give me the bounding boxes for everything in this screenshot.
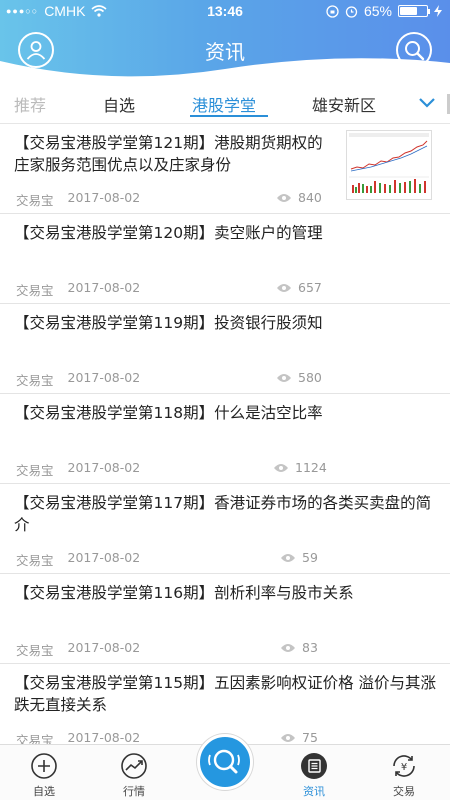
news-date: 2017-08-02: [67, 730, 141, 744]
news-date: 2017-08-02: [67, 280, 141, 295]
app-header: ●●●○○ CMHK 13:46 65% 资讯: [0, 0, 450, 80]
trend-icon: [121, 753, 147, 779]
news-item[interactable]: 【交易宝港股学堂第120期】卖空账户的管理 交易宝 2017-08-02 657: [0, 214, 450, 304]
news-source: 交易宝: [16, 643, 54, 658]
news-date: 2017-08-02: [67, 640, 141, 655]
news-title: 【交易宝港股学堂第121期】港股期货期权的庄家服务范围优点以及庄家身份: [14, 134, 323, 174]
news-icon: [301, 753, 327, 779]
view-count: 75: [302, 730, 318, 744]
status-bar: ●●●○○ CMHK 13:46 65%: [0, 0, 450, 22]
news-date: 2017-08-02: [67, 370, 141, 385]
news-title: 【交易宝港股学堂第120期】卖空账户的管理: [14, 224, 323, 242]
news-source: 交易宝: [16, 283, 54, 298]
nav-watchlist[interactable]: 自选: [14, 751, 74, 799]
news-item[interactable]: 【交易宝港股学堂第116期】剖析利率与股市关系 交易宝 2017-08-02 8…: [0, 574, 450, 664]
view-count: 580: [298, 370, 322, 385]
eye-icon: [274, 463, 288, 472]
svg-text:¥: ¥: [401, 762, 407, 773]
nav-label: 自选: [33, 785, 55, 798]
nav-news[interactable]: 资讯: [284, 751, 344, 799]
view-count: 59: [302, 550, 318, 565]
eye-icon: [277, 373, 291, 382]
battery-percent: 65%: [363, 3, 392, 19]
nav-market[interactable]: 行情: [104, 751, 164, 799]
news-item[interactable]: 【交易宝港股学堂第121期】港股期货期权的庄家服务范围优点以及庄家身份 交易宝 …: [0, 124, 450, 214]
plus-circle-icon: [31, 753, 57, 779]
chevron-down-icon: [419, 98, 435, 108]
quick-search-button[interactable]: [197, 734, 253, 790]
eye-icon: [281, 643, 295, 652]
news-source: 交易宝: [16, 193, 54, 208]
active-tab-indicator: [190, 115, 268, 117]
news-source: 交易宝: [16, 463, 54, 478]
category-tabs: 推荐 自选 港股学堂 雄安新区: [0, 84, 450, 124]
news-date: 2017-08-02: [67, 190, 141, 205]
eye-icon: [281, 733, 295, 742]
news-item[interactable]: 【交易宝港股学堂第117期】香港证券市场的各类买卖盘的简介 交易宝 2017-0…: [0, 484, 450, 574]
view-count: 657: [298, 280, 322, 295]
news-date: 2017-08-02: [67, 460, 141, 475]
alarm-icon: [345, 5, 358, 18]
news-title: 【交易宝港股学堂第116期】剖析利率与股市关系: [14, 584, 354, 602]
news-item[interactable]: 【交易宝港股学堂第115期】五因素影响权证价格 溢价与其涨跌无直接关系 交易宝 …: [0, 664, 450, 744]
battery-icon: [398, 5, 430, 17]
charging-icon: [434, 5, 442, 17]
search-radar-icon: [208, 749, 240, 774]
eye-icon: [277, 283, 291, 292]
eye-icon: [281, 553, 295, 562]
header-wave: [0, 58, 450, 80]
eye-icon: [277, 193, 291, 202]
nav-label: 行情: [123, 785, 145, 798]
more-tabs-button[interactable]: [418, 94, 436, 113]
news-thumbnail: [346, 130, 432, 200]
news-title: 【交易宝港股学堂第117期】香港证券市场的各类买卖盘的简介: [14, 494, 432, 534]
news-item[interactable]: 【交易宝港股学堂第119期】投资银行股须知 交易宝 2017-08-02 580: [0, 304, 450, 394]
tab-recommended[interactable]: 推荐: [14, 92, 46, 116]
rotation-lock-icon: [326, 4, 339, 18]
nav-label: 交易: [393, 785, 415, 798]
view-count: 83: [302, 640, 318, 655]
view-count: 840: [298, 190, 322, 205]
stock-chart-thumbnail: [347, 131, 431, 199]
nav-label: 资讯: [303, 785, 325, 798]
news-title: 【交易宝港股学堂第119期】投资银行股须知: [14, 314, 323, 332]
tab-xiongan[interactable]: 雄安新区: [312, 92, 376, 116]
tab-hk-stock-school[interactable]: 港股学堂: [192, 92, 256, 116]
tab-watchlist[interactable]: 自选: [103, 92, 135, 116]
news-title: 【交易宝港股学堂第118期】什么是沽空比率: [14, 404, 323, 422]
nav-trade[interactable]: ¥ 交易: [374, 751, 434, 799]
news-source: 交易宝: [16, 733, 54, 744]
news-item[interactable]: 【交易宝港股学堂第118期】什么是沽空比率 交易宝 2017-08-02 112…: [0, 394, 450, 484]
news-title: 【交易宝港股学堂第115期】五因素影响权证价格 溢价与其涨跌无直接关系: [14, 674, 437, 714]
news-list[interactable]: 【交易宝港股学堂第121期】港股期货期权的庄家服务范围优点以及庄家身份 交易宝 …: [0, 124, 450, 744]
news-source: 交易宝: [16, 553, 54, 568]
yuan-exchange-icon: ¥: [393, 755, 415, 777]
news-date: 2017-08-02: [67, 550, 141, 565]
news-source: 交易宝: [16, 373, 54, 388]
view-count: 1124: [295, 460, 327, 475]
